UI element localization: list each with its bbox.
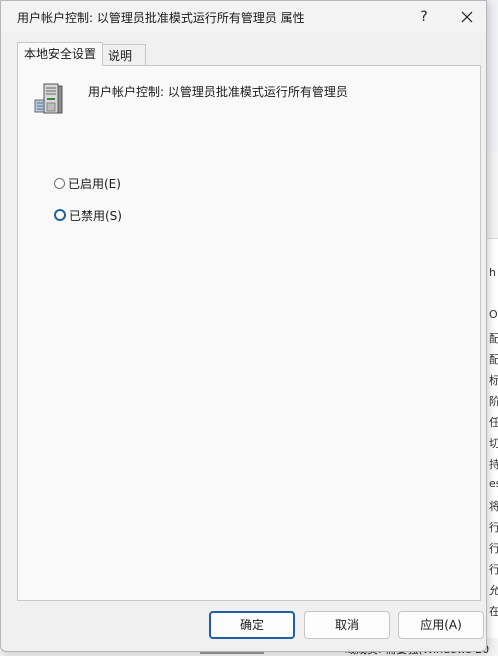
radio-disabled[interactable]: 已禁用(S) <box>54 206 122 224</box>
background-list-fragment: 持 <box>489 458 498 471</box>
dialog-titlebar[interactable]: 用户帐户控制: 以管理员批准模式运行所有管理员 属性 ? <box>1 1 486 33</box>
background-list-fragment: 行 <box>489 542 498 555</box>
background-list-fragment: 配 <box>489 353 498 366</box>
background-list-fragment: es <box>489 477 498 490</box>
background-window-header <box>487 152 498 239</box>
close-icon <box>461 11 473 23</box>
background-list-fragment: h <box>489 266 496 279</box>
ok-button[interactable]: 确定 <box>209 611 295 639</box>
background-list-fragment: 阶 <box>489 395 498 408</box>
radio-disabled-indicator[interactable] <box>54 209 66 221</box>
background-list-fragment: 标 <box>489 374 498 387</box>
background-list-fragment: 允 <box>489 584 498 597</box>
close-button[interactable] <box>447 1 487 33</box>
background-list-fragment: 行 <box>489 521 498 534</box>
background-list-fragment: 切 <box>489 437 498 450</box>
help-button[interactable]: ? <box>405 1 443 33</box>
background-list-fragment: 在 <box>489 605 498 618</box>
tab-panel: 用户帐户控制: 以管理员批准模式运行所有管理员 已启用(E) 已禁用(S) <box>17 65 481 601</box>
tab-local-security-setting[interactable]: 本地安全设置 <box>17 42 103 66</box>
cancel-button[interactable]: 取消 <box>304 611 390 639</box>
radio-disabled-label: 已禁用(S) <box>69 208 122 223</box>
apply-button[interactable]: 应用(A) <box>398 611 484 639</box>
background-list-fragment: 将 <box>489 500 498 513</box>
policy-properties-dialog: 用户帐户控制: 以管理员批准模式运行所有管理员 属性 ? 本地安全设置 说明 用… <box>0 0 487 652</box>
tab-explain[interactable]: 说明 <box>102 44 146 66</box>
radio-enabled-indicator[interactable] <box>54 177 65 189</box>
background-list-fragment: 任 <box>489 416 498 429</box>
radio-enabled[interactable]: 已启用(E) <box>54 174 121 192</box>
radio-enabled-label: 已启用(E) <box>68 176 121 191</box>
background-scrollbar-thumb <box>200 652 264 654</box>
policy-name: 用户帐户控制: 以管理员批准模式运行所有管理员 <box>88 85 348 99</box>
background-list-fragment: OL <box>489 308 498 321</box>
server-policy-icon <box>34 83 63 114</box>
dialog-title: 用户帐户控制: 以管理员批准模式运行所有管理员 属性 <box>17 11 305 25</box>
background-list-fragment: 行 <box>489 563 498 576</box>
background-list-fragment: 配 <box>489 332 498 345</box>
background-window: h OL 配 配 标 阶 任 切 持 es 将 行 行 行 允 在 <box>486 152 498 656</box>
